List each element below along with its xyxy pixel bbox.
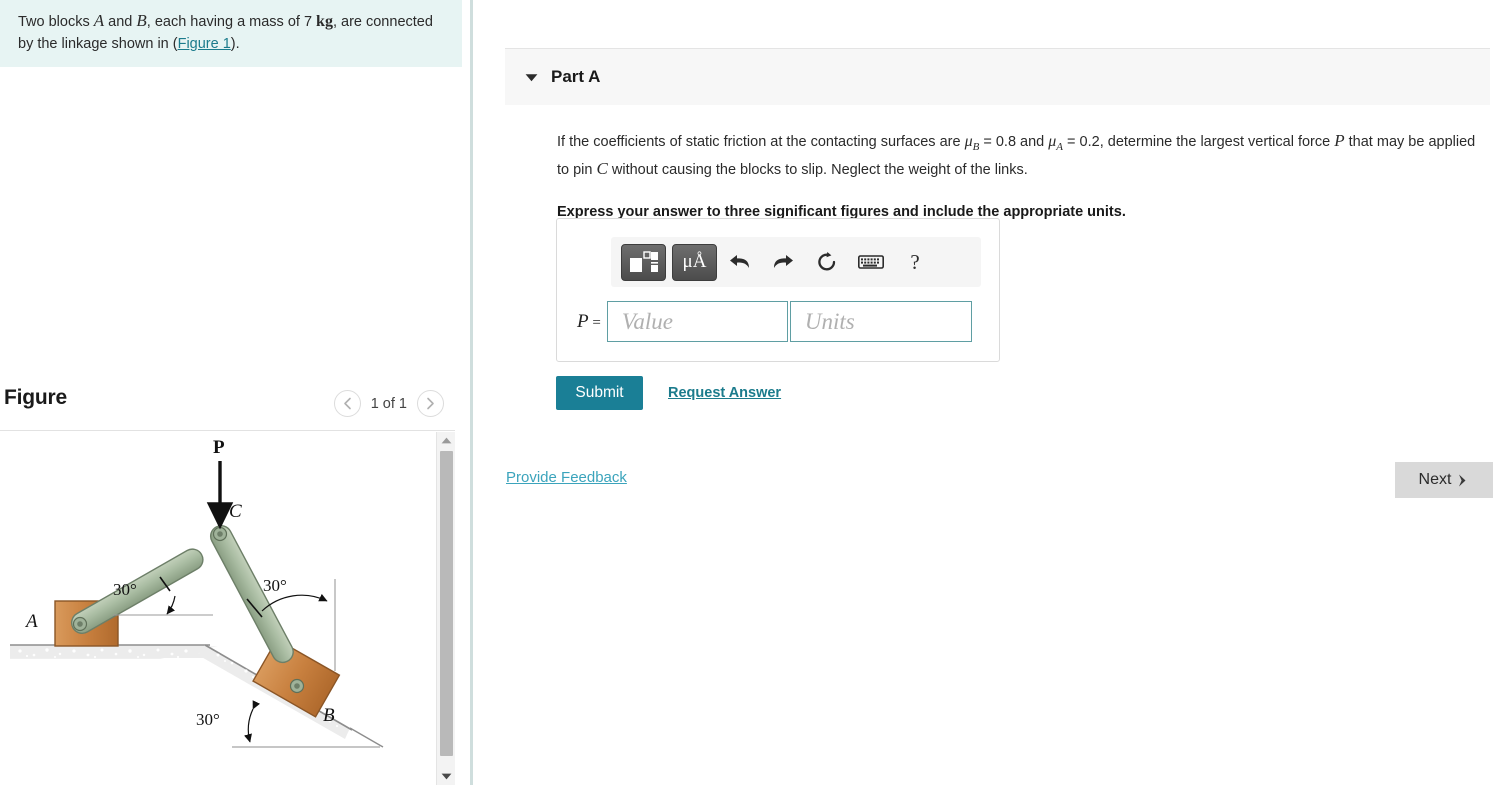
angle-link-ac-label: 30°	[113, 580, 137, 599]
units-icon-label: μÅ	[682, 251, 707, 272]
chevron-right-icon	[427, 397, 434, 410]
question-pin-var: C	[596, 158, 608, 178]
units-mu-angstrom-icon[interactable]: μÅ	[672, 243, 717, 281]
answer-entry-box: μÅ ? P = Value Units	[556, 218, 1000, 362]
question-block: If the coefficients of static friction a…	[557, 130, 1487, 220]
reset-icon	[818, 252, 836, 271]
keyboard-icon	[858, 255, 884, 269]
undo-button[interactable]	[717, 243, 761, 281]
problem-statement: Two blocks A and B, each having a mass o…	[0, 0, 462, 67]
figure-header: Figure 1 of 1	[0, 386, 462, 428]
answer-variable: P	[577, 310, 589, 332]
linkage-diagram: P C A B 30° 30° 30°	[10, 437, 384, 748]
submit-button[interactable]: Submit	[556, 376, 643, 410]
figure-viewport: P C A B 30° 30° 30°	[0, 430, 455, 785]
figure-navigation: 1 of 1	[333, 390, 444, 417]
figure-title: Figure	[4, 386, 67, 409]
provide-feedback-link[interactable]: Provide Feedback	[506, 469, 627, 486]
next-button-label: Next	[1418, 471, 1452, 488]
chevron-right-icon	[1459, 474, 1466, 486]
value-input[interactable]	[606, 301, 788, 342]
figure-scrollbar[interactable]	[436, 432, 455, 785]
scrollbar-down-button[interactable]	[437, 768, 456, 785]
problem-text: Two blocks A and B, each having a mass o…	[18, 10, 440, 55]
right-pane: Part A If the coefficients of static fri…	[473, 0, 1493, 785]
question-force-var: P	[1334, 131, 1345, 150]
pin-c-label: C	[229, 501, 242, 522]
part-a-label: Part A	[551, 67, 601, 86]
question-v1: = 0.8 and	[979, 134, 1049, 150]
question-text: If the coefficients of static friction a…	[557, 130, 1487, 181]
question-v2: = 0.2, determine the largest vertical fo…	[1063, 134, 1335, 150]
scrollbar-up-button[interactable]	[437, 432, 456, 449]
mass-unit: kg	[316, 13, 333, 30]
request-answer-link[interactable]: Request Answer	[668, 385, 781, 401]
help-button[interactable]: ?	[893, 243, 937, 281]
units-input[interactable]	[789, 301, 972, 342]
answer-row: P =	[577, 301, 972, 342]
block-a-label: A	[24, 611, 38, 632]
question-t3: without causing the blocks to slip. Negl…	[607, 161, 1028, 178]
figure-prev-button[interactable]	[333, 390, 361, 417]
problem-text-1: Two blocks	[18, 14, 94, 30]
chevron-left-icon	[343, 397, 351, 410]
answer-equals: =	[588, 314, 601, 331]
next-button[interactable]: Next	[1395, 462, 1493, 498]
force-p-label: P	[213, 437, 225, 458]
figure-1-link[interactable]: Figure 1	[178, 36, 231, 52]
problem-text-5: ).	[230, 36, 240, 52]
question-t1: If the coefficients of static friction a…	[557, 134, 965, 150]
redo-button[interactable]	[761, 243, 805, 281]
block-a-var: A	[93, 11, 105, 30]
help-icon: ?	[910, 249, 920, 274]
redo-icon	[773, 255, 793, 268]
scrollbar-thumb[interactable]	[440, 451, 453, 756]
math-template-icon[interactable]	[621, 243, 666, 281]
block-b-var: B	[136, 11, 147, 30]
submit-row: Submit Request Answer	[556, 376, 781, 410]
page-root: Two blocks A and B, each having a mass o…	[0, 0, 1493, 785]
reset-button[interactable]	[805, 243, 849, 281]
figure-counter: 1 of 1	[370, 395, 407, 412]
angle-incline-label: 30°	[196, 710, 220, 729]
undo-icon	[729, 255, 749, 268]
part-a-header[interactable]: Part A	[505, 48, 1490, 105]
figure-next-button[interactable]	[417, 390, 444, 417]
left-pane: Two blocks A and B, each having a mass o…	[0, 0, 470, 785]
problem-text-2: and	[104, 14, 137, 30]
triangle-down-icon	[441, 773, 452, 780]
angle-link-cb-label: 30°	[263, 576, 287, 595]
math-toolbar: μÅ ?	[611, 237, 981, 287]
problem-text-3: , each having a mass of 7	[146, 14, 317, 30]
mu-b-symbol: μ	[964, 133, 973, 150]
caret-down-icon[interactable]	[525, 73, 538, 82]
block-b-label: B	[323, 705, 335, 726]
answer-label: P =	[577, 311, 601, 333]
keyboard-button[interactable]	[849, 243, 893, 281]
triangle-up-icon	[441, 437, 452, 444]
